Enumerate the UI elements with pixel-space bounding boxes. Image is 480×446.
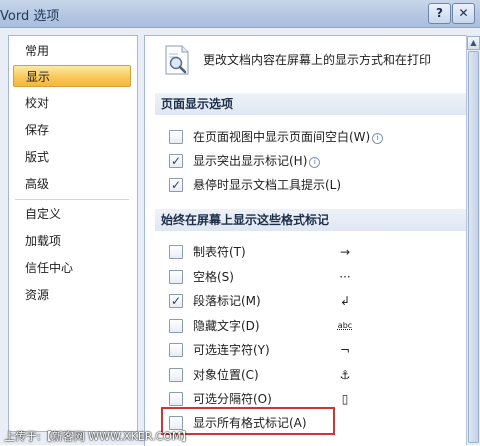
scroll-thumb[interactable] [468, 51, 479, 443]
nav-item-customize[interactable]: 自定义 [13, 203, 131, 225]
checkbox[interactable] [169, 343, 183, 357]
display-options-panel: 更改文档内容在屏幕上的显示方式和在打印 页面显示选项 在页面视图中显示页面间空白… [144, 35, 467, 446]
option-label: 制表符(T) [193, 245, 246, 259]
paragraph-mark-icon: ↲ [339, 294, 351, 308]
checkmark-icon: ✓ [171, 154, 182, 168]
option-label: 隐藏文字(D) [193, 319, 260, 333]
nav-item-addins[interactable]: 加载项 [13, 230, 131, 252]
checkbox[interactable]: ✓ [169, 154, 183, 168]
optional-hyphen-icon: ¬ [339, 343, 351, 357]
section-formatting-marks: 始终在屏幕上显示这些格式标记 [155, 209, 467, 231]
nav-divider [15, 199, 129, 200]
option-label: 空格(S) [193, 270, 234, 284]
checkbox[interactable] [169, 130, 183, 144]
space-dots-icon: ··· [339, 270, 351, 284]
title-bar: Vord 选项 ? ✕ [0, 0, 480, 28]
watermark-footer: 上传于:【新客网 WWW.XKER.COM】 [0, 426, 480, 445]
option-label: 悬停时显示文档工具提示(L) [193, 178, 342, 192]
checkbox[interactable]: ✓ [169, 294, 183, 308]
panel-description: 更改文档内容在屏幕上的显示方式和在打印 [203, 53, 432, 67]
nav-item-trust-center[interactable]: 信任中心 [13, 257, 131, 279]
panel-header: 更改文档内容在屏幕上的显示方式和在打印 [145, 36, 467, 84]
window-title: Vord 选项 [0, 9, 60, 24]
checkmark-icon: ✓ [171, 178, 182, 192]
checkbox[interactable]: ✓ [169, 178, 183, 192]
option-label: 对象位置(C) [193, 368, 259, 382]
checkbox[interactable] [169, 245, 183, 259]
option-label: 可选连字符(Y) [193, 343, 270, 357]
tab-arrow-icon: → [339, 245, 351, 259]
close-button[interactable]: ✕ [452, 3, 475, 24]
option-label: 显示突出显示标记(H) [193, 154, 308, 168]
nav-item-proofing[interactable]: 校对 [13, 92, 131, 114]
option-label: 段落标记(M) [193, 294, 261, 308]
hidden-text-icon: abc [337, 321, 353, 330]
word-options-dialog: Vord 选项 ? ✕ 常用 显示 校对 保存 版式 高级 自定义 加载项 信任… [0, 0, 480, 446]
anchor-icon: ⚓ [339, 368, 351, 382]
checkmark-icon: ✓ [171, 294, 182, 308]
checkbox[interactable] [169, 392, 183, 406]
option-label: 在页面视图中显示页面间空白(W) [193, 130, 371, 144]
section-page-display-options: 页面显示选项 [155, 93, 467, 115]
nav-item-save[interactable]: 保存 [13, 119, 131, 141]
checkbox[interactable] [169, 319, 183, 333]
checkbox[interactable] [169, 368, 183, 382]
info-icon: i [372, 133, 384, 144]
magnifier-document-icon [165, 45, 189, 75]
footer-text: 上传于:【新客网 WWW.XKER.COM】 [4, 430, 193, 443]
checkbox[interactable] [169, 270, 183, 284]
nav-item-advanced[interactable]: 高级 [13, 173, 131, 195]
options-nav: 常用 显示 校对 保存 版式 高级 自定义 加载项 信任中心 资源 [8, 35, 138, 432]
info-icon: i [309, 157, 321, 168]
scroll-up-icon[interactable]: ▲ [467, 36, 480, 50]
nav-item-display[interactable]: 显示 [13, 65, 131, 87]
nav-item-resources[interactable]: 资源 [13, 284, 131, 306]
vertical-scrollbar[interactable]: ▲ [466, 35, 480, 445]
nav-item-layout[interactable]: 版式 [13, 146, 131, 168]
nav-item-common[interactable]: 常用 [13, 40, 131, 62]
option-label: 可选分隔符(O) [193, 392, 272, 406]
optional-break-icon: ▯ [341, 392, 349, 406]
help-button[interactable]: ? [428, 3, 451, 24]
